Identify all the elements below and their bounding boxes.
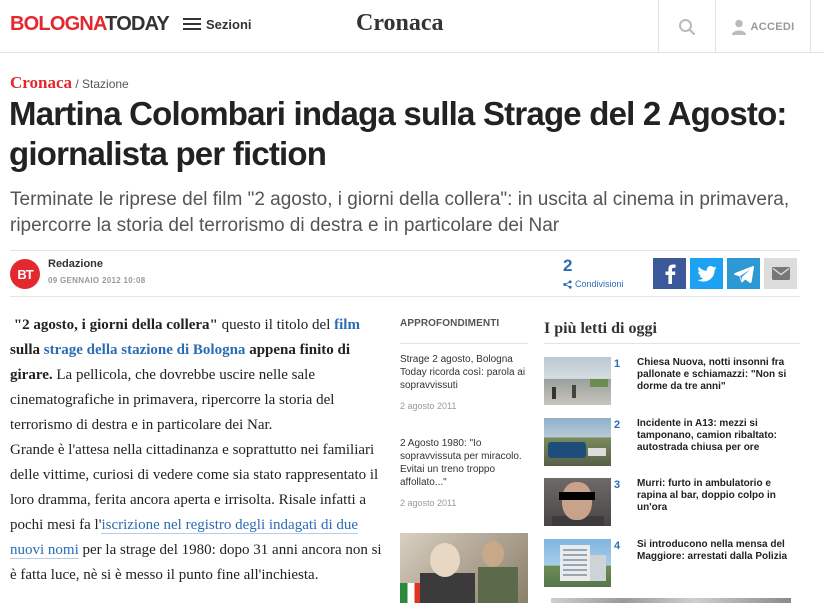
user-icon (731, 19, 746, 35)
most-read-item[interactable]: 3 Murri: furto in ambulatorio e rapina a… (544, 478, 800, 530)
search-icon (679, 18, 696, 35)
article-paragraph: Grande è l'attesa nella cittadinanza e s… (10, 438, 382, 588)
logo-part-2: TODAY (105, 13, 170, 35)
related-article[interactable]: 2 Agosto 1980: "Io sopravvissuta per mir… (400, 437, 528, 508)
login-button[interactable]: ACCEDI (715, 0, 811, 53)
breadcrumb-separator: / (72, 77, 83, 91)
advertisement-strip (551, 598, 791, 603)
facebook-icon (665, 264, 676, 284)
related-article-title[interactable]: Strage 2 agosto, Bologna Today ricorda c… (400, 353, 528, 392)
body-text: La pellicola, che dovrebbe uscire nelle … (10, 367, 335, 433)
related-article-title[interactable]: 2 Agosto 1980: "Io sopravvissuta per mir… (400, 437, 528, 489)
most-read-rank: 2 (614, 419, 621, 431)
breadcrumb: Cronaca / Stazione (10, 73, 129, 93)
most-read-title[interactable]: Si introducono nella mensa del Maggiore:… (637, 539, 797, 563)
most-read-heading: I più letti di oggi (544, 320, 657, 337)
related-article-date: 2 agosto 2011 (400, 498, 457, 508)
approfondimenti-heading: APPROFONDIMENTI (400, 318, 500, 329)
most-read-item[interactable]: 4 Si introducono nella mensa del Maggior… (544, 539, 800, 591)
film-title-quote: "2 agosto, i giorni della collera" (13, 317, 218, 333)
body-text-bold: sulla (10, 342, 44, 358)
related-article-photo[interactable] (400, 533, 528, 603)
divider (10, 296, 800, 297)
telegram-icon (733, 265, 754, 283)
section-title[interactable]: Cronaca (356, 10, 444, 37)
sections-menu-button[interactable]: Sezioni (183, 14, 252, 34)
most-read-title[interactable]: Chiesa Nuova, notti insonni fra pallonat… (637, 357, 797, 393)
film-link[interactable]: film (334, 317, 360, 333)
most-read-rank: 3 (614, 479, 621, 491)
twitter-icon (696, 265, 717, 282)
breadcrumb-category[interactable]: Cronaca (10, 73, 72, 92)
breadcrumb-subcategory[interactable]: Stazione (82, 77, 129, 91)
sections-menu-label: Sezioni (206, 16, 252, 32)
author-avatar[interactable]: BT (10, 259, 40, 289)
share-icon (563, 279, 572, 289)
divider (10, 250, 800, 251)
share-label: Condivisioni (563, 279, 624, 289)
body-text: questo il titolo del (217, 317, 335, 333)
login-label: ACCEDI (750, 20, 795, 33)
most-read-item[interactable]: 2 Incidente in A13: mezzi si tamponano, … (544, 418, 800, 470)
most-read-title[interactable]: Incidente in A13: mezzi si tamponano, ca… (637, 418, 797, 454)
mail-icon (771, 267, 790, 280)
article-paragraph: "2 agosto, i giorni della collera" quest… (10, 313, 382, 438)
most-read-item[interactable]: 1 Chiesa Nuova, notti insonni fra pallon… (544, 357, 800, 409)
divider (400, 343, 528, 344)
site-logo[interactable]: BOLOGNATODAY (10, 13, 170, 35)
email-share-button[interactable] (764, 258, 797, 289)
strage-stazione-link[interactable]: strage della stazione di Bologna (44, 342, 246, 358)
share-count: 2 (563, 256, 573, 275)
most-read-title[interactable]: Murri: furto in ambulatorio e rapina al … (637, 478, 797, 514)
related-article[interactable]: Strage 2 agosto, Bologna Today ricorda c… (400, 353, 528, 411)
facebook-share-button[interactable] (653, 258, 686, 289)
most-read-rank: 1 (614, 358, 621, 370)
most-read-rank: 4 (614, 540, 621, 552)
most-read-thumbnail[interactable] (544, 539, 611, 587)
author-name[interactable]: Redazione (48, 258, 103, 270)
top-bar: BOLOGNATODAY Sezioni Cronaca ACCEDI (0, 0, 824, 53)
divider (544, 343, 800, 344)
menu-icon (183, 17, 201, 31)
logo-part-1: BOLOGNA (10, 13, 106, 35)
article-subtitle: Terminate le riprese del film "2 agosto,… (10, 189, 790, 236)
most-read-thumbnail[interactable] (544, 357, 611, 405)
most-read-thumbnail[interactable] (544, 478, 611, 526)
share-label-text: Condivisioni (575, 279, 624, 289)
article-body: "2 agosto, i giorni della collera" quest… (10, 313, 382, 588)
article-title: Martina Colombari indaga sulla Strage de… (9, 95, 787, 172)
publish-date: 09 GENNAIO 2012 10:08 (48, 276, 146, 285)
search-button[interactable] (658, 0, 715, 53)
twitter-share-button[interactable] (690, 258, 723, 289)
telegram-share-button[interactable] (727, 258, 760, 289)
most-read-thumbnail[interactable] (544, 418, 611, 466)
related-article-date: 2 agosto 2011 (400, 401, 457, 411)
